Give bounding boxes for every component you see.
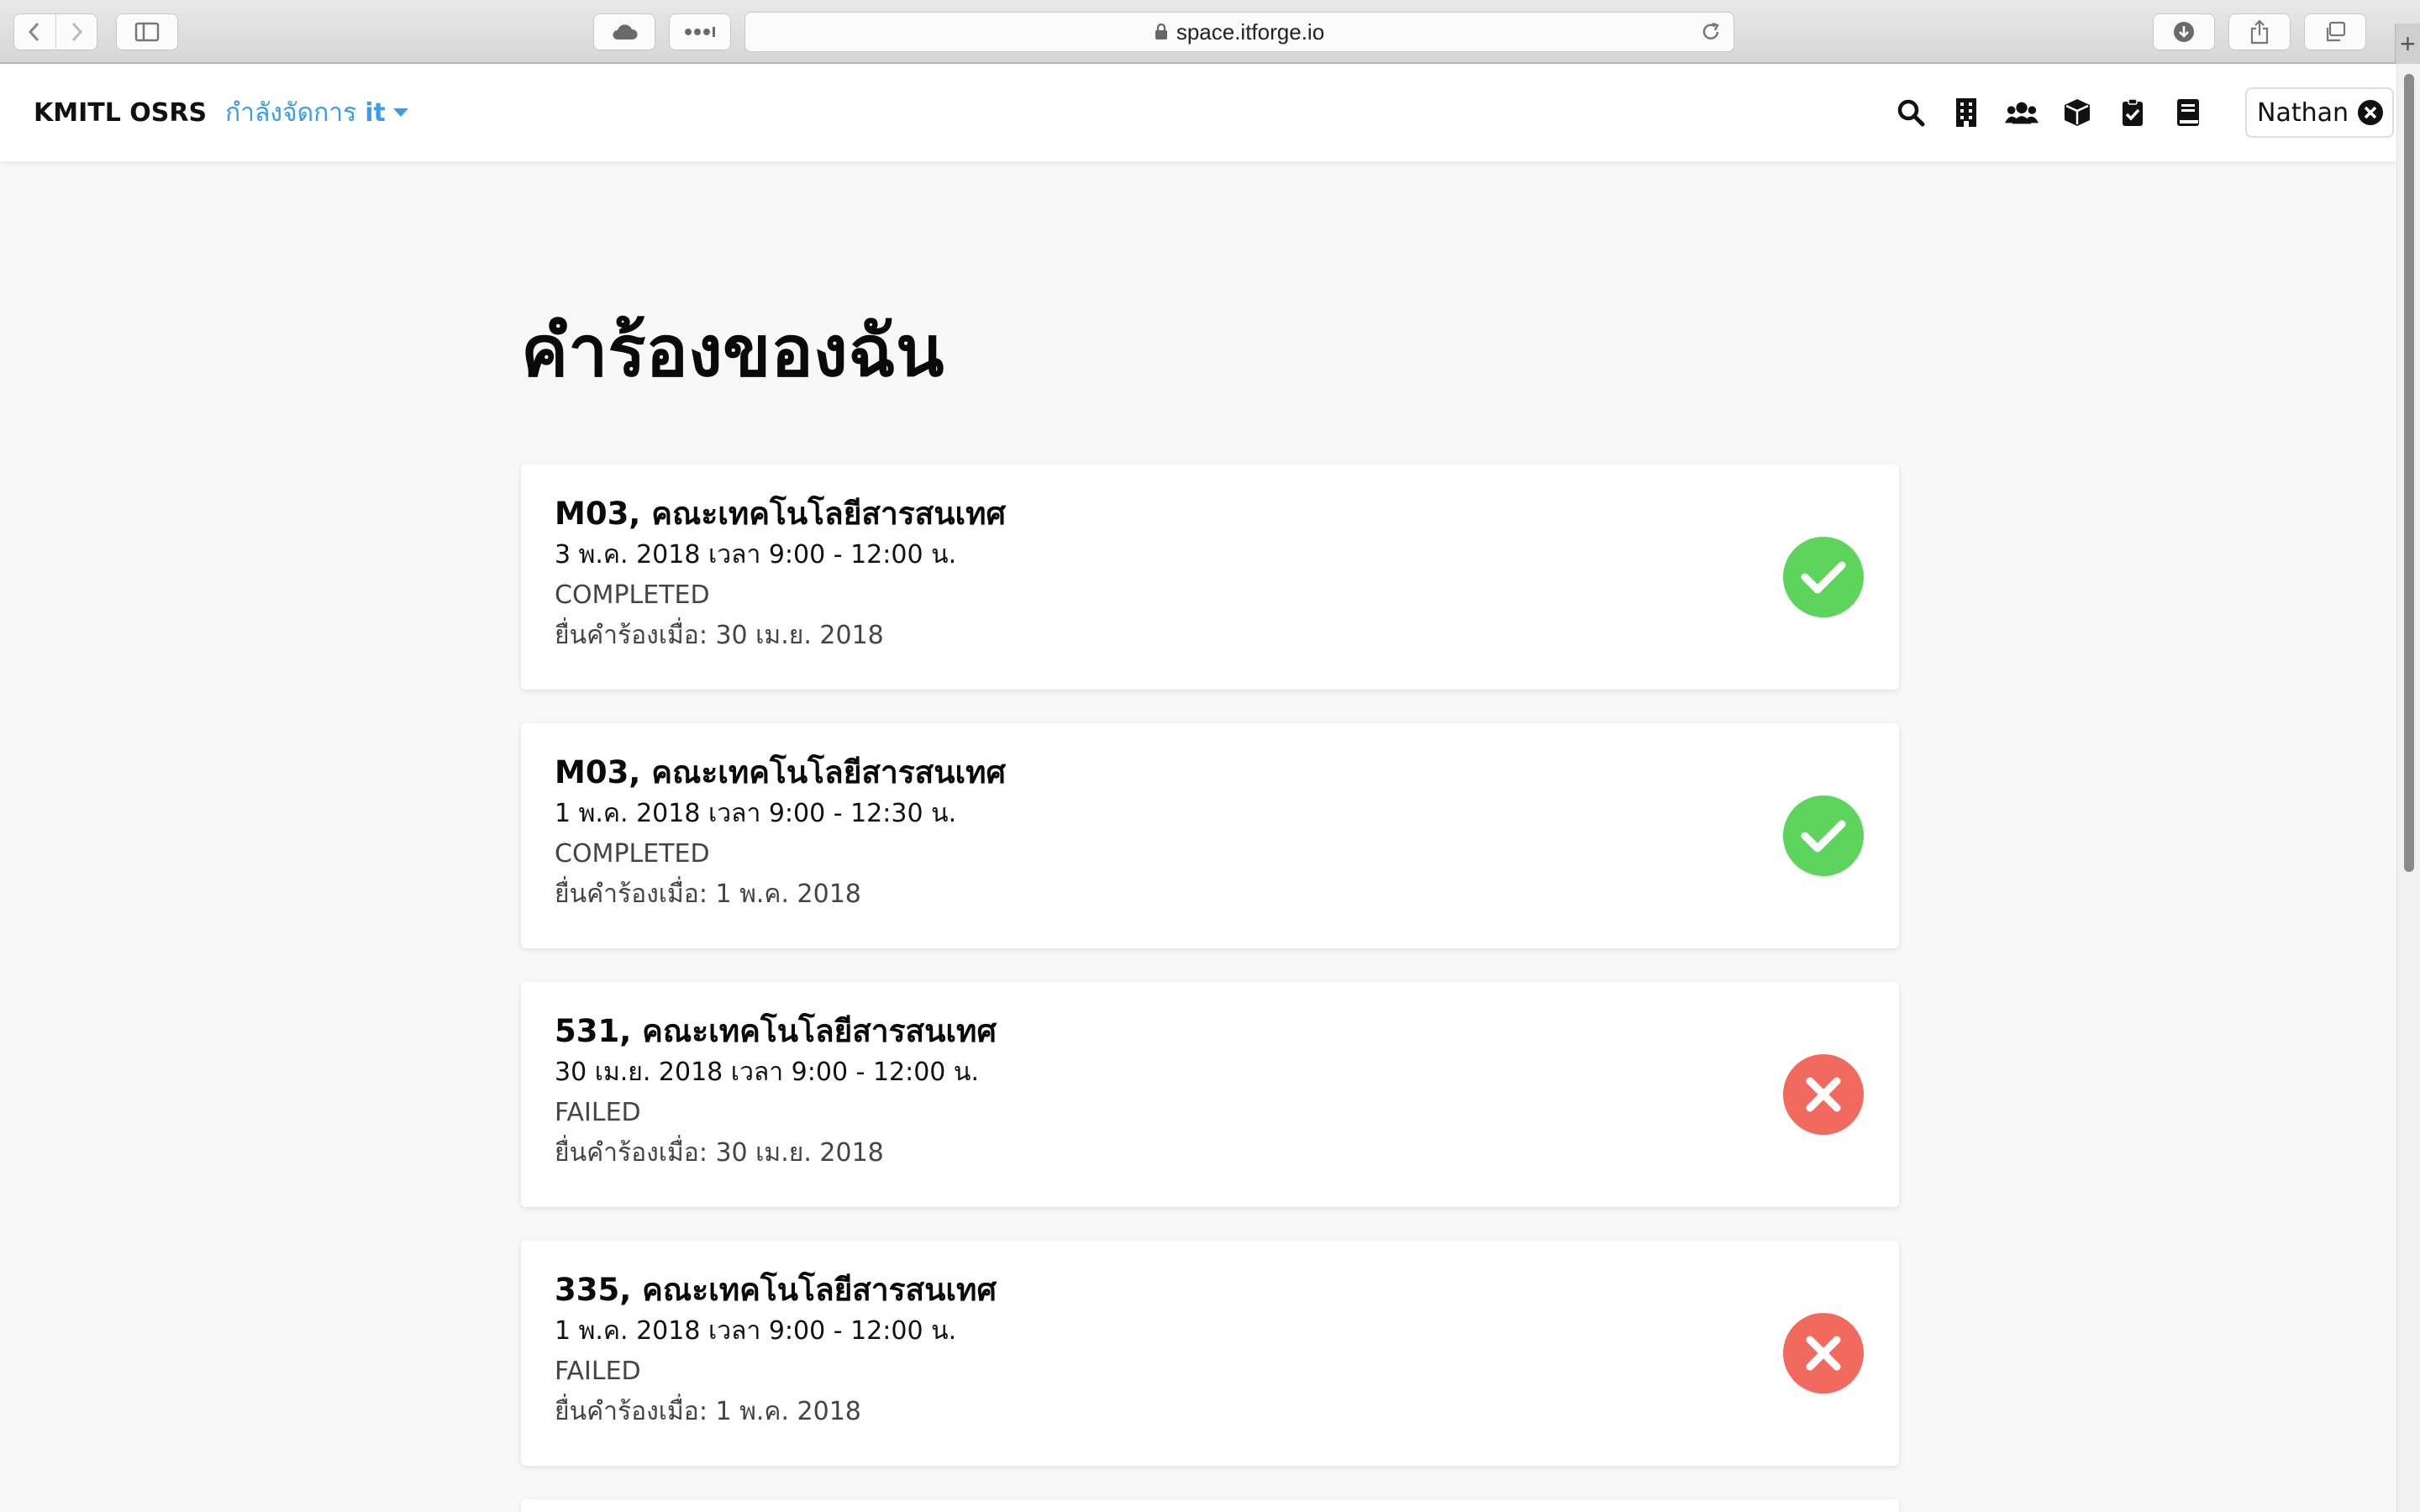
extensions-button[interactable] [669, 13, 731, 50]
request-room: M03, คณะเทคโนโลยีสารสนเทศ [555, 754, 1007, 790]
share-icon [2250, 19, 2269, 45]
cloud-icon [613, 24, 638, 39]
request-time: 1 พ.ค. 2018 เวลา 9:00 - 12:00 น. [555, 1316, 957, 1346]
request-list: M03, คณะเทคโนโลยีสารสนเทศ 3 พ.ค. 2018 เว… [521, 465, 1899, 1512]
request-room: M03, คณะเทคโนโลยีสารสนเทศ [555, 496, 1007, 532]
address-bar[interactable]: space.itforge.io [744, 12, 1734, 52]
building-icon[interactable] [1949, 96, 1983, 129]
download-icon [2174, 22, 2194, 42]
request-status: FAILED [555, 1357, 641, 1386]
request-card[interactable]: 335, คณะเทคโนโลยีสารสนเทศ 1 พ.ค. 2018 เว… [521, 1241, 1899, 1466]
reload-icon[interactable] [1700, 21, 1722, 49]
book-icon[interactable] [2171, 96, 2205, 129]
new-tab-button[interactable]: + [2395, 24, 2420, 64]
sidebar-icon [134, 22, 160, 42]
request-submitted-date: ยื่นคำร้องเมื่อ: 30 เม.ย. 2018 [555, 621, 884, 650]
scrollbar-thumb[interactable] [2404, 74, 2414, 872]
history-nav [13, 13, 97, 50]
check-circle-icon [1783, 795, 1864, 876]
context-name: it [365, 97, 386, 128]
tabs-overview-button[interactable] [2304, 13, 2366, 50]
request-submitted-date: ยื่นคำร้องเมื่อ: 1 พ.ค. 2018 [555, 879, 861, 909]
cross-circle-icon [1783, 1313, 1864, 1394]
lock-icon [1155, 24, 1168, 40]
request-time: 1 พ.ค. 2018 เวลา 9:00 - 12:30 น. [555, 799, 957, 828]
downloads-button[interactable] [2153, 13, 2215, 50]
sidebar-toggle-button[interactable] [116, 13, 178, 50]
cross-circle-icon [1783, 1054, 1864, 1135]
user-menu-button[interactable]: Nathan [2245, 87, 2394, 138]
request-room: 531, คณะเทคโนโลยีสารสนเทศ [555, 1013, 997, 1049]
close-circle-icon[interactable] [2357, 99, 2384, 126]
context-prefix: กำลังจัดการ [225, 97, 357, 128]
icloud-tabs-button[interactable] [593, 13, 655, 50]
request-submitted-date: ยื่นคำร้องเมื่อ: 30 เม.ย. 2018 [555, 1138, 884, 1168]
request-status: COMPLETED [555, 580, 710, 610]
request-card[interactable]: M03, คณะเทคโนโลยีสารสนเทศ 3 พ.ค. 2018 เว… [521, 465, 1899, 690]
box-icon[interactable] [2060, 96, 2094, 129]
context-switcher[interactable]: กำลังจัดการ it [225, 93, 409, 133]
page-scrollbar[interactable] [2396, 64, 2420, 1512]
share-button[interactable] [2228, 13, 2291, 50]
brand-logo[interactable]: KMITL OSRS [34, 98, 207, 128]
forward-button[interactable] [55, 14, 97, 50]
tabs-icon [2326, 21, 2346, 42]
request-time: 30 เม.ย. 2018 เวลา 9:00 - 12:00 น. [555, 1058, 979, 1087]
page-title: คำร้องของฉัน [521, 310, 944, 392]
caret-down-icon [392, 108, 409, 118]
clipboard-check-icon[interactable] [2116, 96, 2149, 129]
user-name: Nathan [2257, 97, 2349, 128]
request-room: 335, คณะเทคโนโลยีสารสนเทศ [555, 1272, 997, 1308]
more-dots-icon [685, 27, 715, 37]
search-icon[interactable] [1894, 96, 1928, 129]
chevron-right-icon [71, 22, 83, 42]
check-circle-icon [1783, 537, 1864, 617]
request-card[interactable]: 531, คณะเทคโนโลยีสารสนเทศ 30 เม.ย. 2018 … [521, 982, 1899, 1207]
users-icon[interactable] [2005, 96, 2039, 129]
chevron-left-icon [29, 22, 39, 42]
request-time: 3 พ.ค. 2018 เวลา 9:00 - 12:00 น. [555, 540, 957, 570]
app-navbar: KMITL OSRS กำลังจัดการ it Nathan [0, 64, 2396, 161]
browser-toolbar: space.itforge.io + [0, 0, 2420, 64]
request-card[interactable] [521, 1499, 1899, 1512]
request-status: FAILED [555, 1098, 641, 1127]
request-card[interactable]: M03, คณะเทคโนโลยีสารสนเทศ 1 พ.ค. 2018 เว… [521, 723, 1899, 948]
nav-icon-group [1894, 96, 2227, 129]
request-submitted-date: ยื่นคำร้องเมื่อ: 1 พ.ค. 2018 [555, 1397, 861, 1426]
url-text: space.itforge.io [1176, 18, 1325, 45]
request-status: COMPLETED [555, 839, 710, 869]
back-button[interactable] [14, 14, 55, 50]
